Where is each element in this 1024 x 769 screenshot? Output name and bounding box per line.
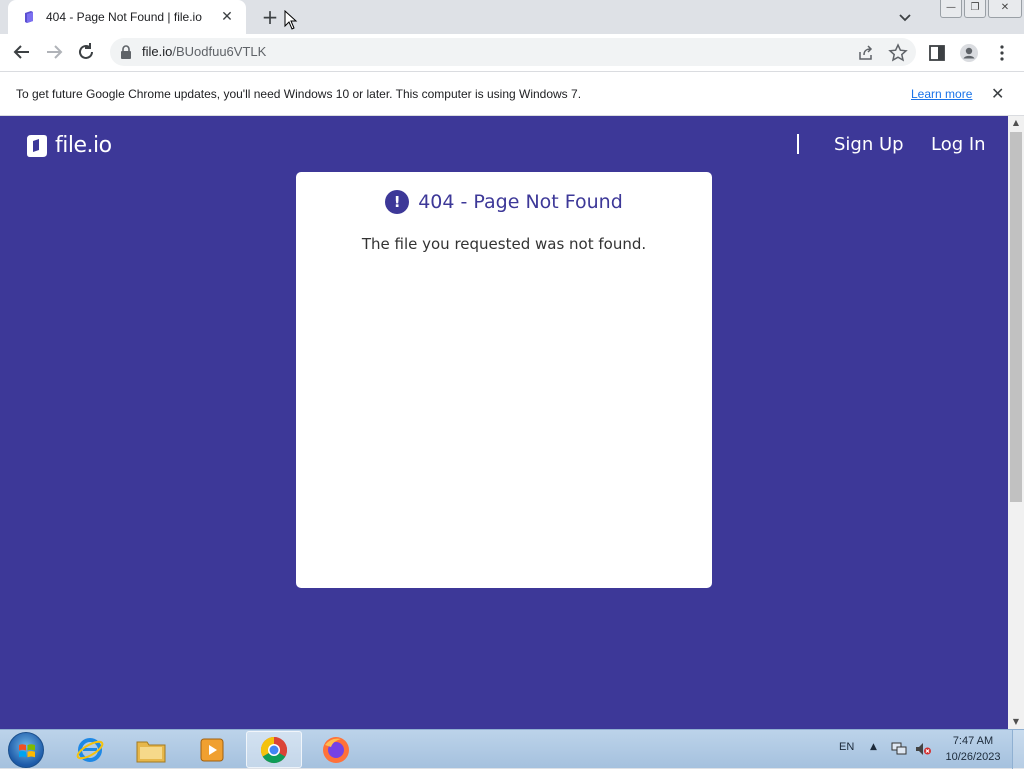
alert-icon: ! [385,190,410,214]
reload-icon[interactable] [75,41,97,63]
site-logo[interactable]: file.io [24,133,112,158]
media-player-glyph [200,738,224,761]
volume-muted-icon[interactable] [914,741,932,757]
scroll-up-icon[interactable]: ▲ [1008,116,1024,130]
restore-button[interactable]: ❐ [964,0,986,18]
error-message: The file you requested was not found. [361,235,647,253]
page-content: file.io Sign Up Log In ! 404 - Page Not … [0,116,1008,729]
internet-explorer-glyph [76,737,104,762]
scroll-down-icon[interactable]: ▼ [1008,715,1024,729]
tab-strip: 404 - Page Not Found | file.io ✕ + — ❐ ✕ [0,0,1024,34]
show-desktop-button[interactable] [1012,730,1024,769]
error-title-row: ! 404 - Page Not Found [296,190,712,214]
error-card: ! 404 - Page Not Found The file you requ… [296,172,712,588]
media-player-icon[interactable] [184,731,240,768]
folder-glyph [136,741,166,762]
language-indicator[interactable]: EN [839,741,854,753]
error-title: 404 - Page Not Found [418,191,623,213]
share-icon[interactable] [856,43,876,63]
tab-search-chevron-icon[interactable] [896,8,914,26]
learn-more-link[interactable]: Learn more [911,87,972,101]
infobar-close-icon[interactable]: ✕ [991,84,1004,103]
profile-avatar-icon[interactable] [959,43,979,63]
window-controls: — ❐ ✕ [940,0,1022,18]
url-path: /BUodfuu6VTLK [172,44,267,59]
back-arrow-icon[interactable] [11,41,33,63]
firefox-icon[interactable] [308,731,364,768]
clock-time: 7:47 AM [952,735,994,747]
start-button[interactable] [8,732,44,768]
new-tab-button[interactable]: + [258,5,282,29]
side-panel-icon[interactable] [927,43,947,63]
bookmark-star-icon[interactable] [888,43,908,63]
windows-taskbar: EN ▲ 7:47 AM 10/26/2023 [0,729,1024,769]
nav-divider [797,134,799,154]
menu-kebab-icon[interactable] [992,43,1012,63]
url-text: file.io/BUodfuu6VTLK [142,44,266,59]
update-infobar: To get future Google Chrome updates, you… [0,71,1024,116]
firefox-glyph [323,736,349,763]
log-in-link[interactable]: Log In [931,134,986,155]
chrome-glyph [260,736,288,763]
tray-expand-icon[interactable]: ▲ [870,742,877,752]
page-scrollbar[interactable]: ▲ ▼ [1008,116,1024,729]
network-icon[interactable] [890,741,908,757]
chrome-icon[interactable] [246,731,302,768]
windows-logo-icon [19,744,35,758]
tab-title: 404 - Page Not Found | file.io [46,10,202,24]
tab-close-icon[interactable]: ✕ [218,9,236,25]
file-io-logo-icon [27,134,47,157]
logo-text: file.io [55,133,112,158]
sign-up-link[interactable]: Sign Up [834,134,904,155]
file-explorer-icon[interactable] [123,731,179,768]
url-host: file.io [142,44,173,59]
scroll-thumb[interactable] [1010,132,1022,502]
clock-date: 10/26/2023 [945,751,1001,763]
mouse-cursor-icon [284,10,298,30]
internet-explorer-icon[interactable] [62,731,118,768]
system-clock[interactable]: 7:47 AM 10/26/2023 [940,733,1006,765]
infobar-message: To get future Google Chrome updates, you… [16,87,582,101]
browser-tab[interactable]: 404 - Page Not Found | file.io ✕ [8,0,246,34]
forward-arrow-icon[interactable] [43,41,65,63]
minimize-button[interactable]: — [940,0,962,18]
lock-icon[interactable] [120,45,132,59]
close-window-button[interactable]: ✕ [988,0,1022,18]
file-io-favicon-icon [25,11,33,23]
